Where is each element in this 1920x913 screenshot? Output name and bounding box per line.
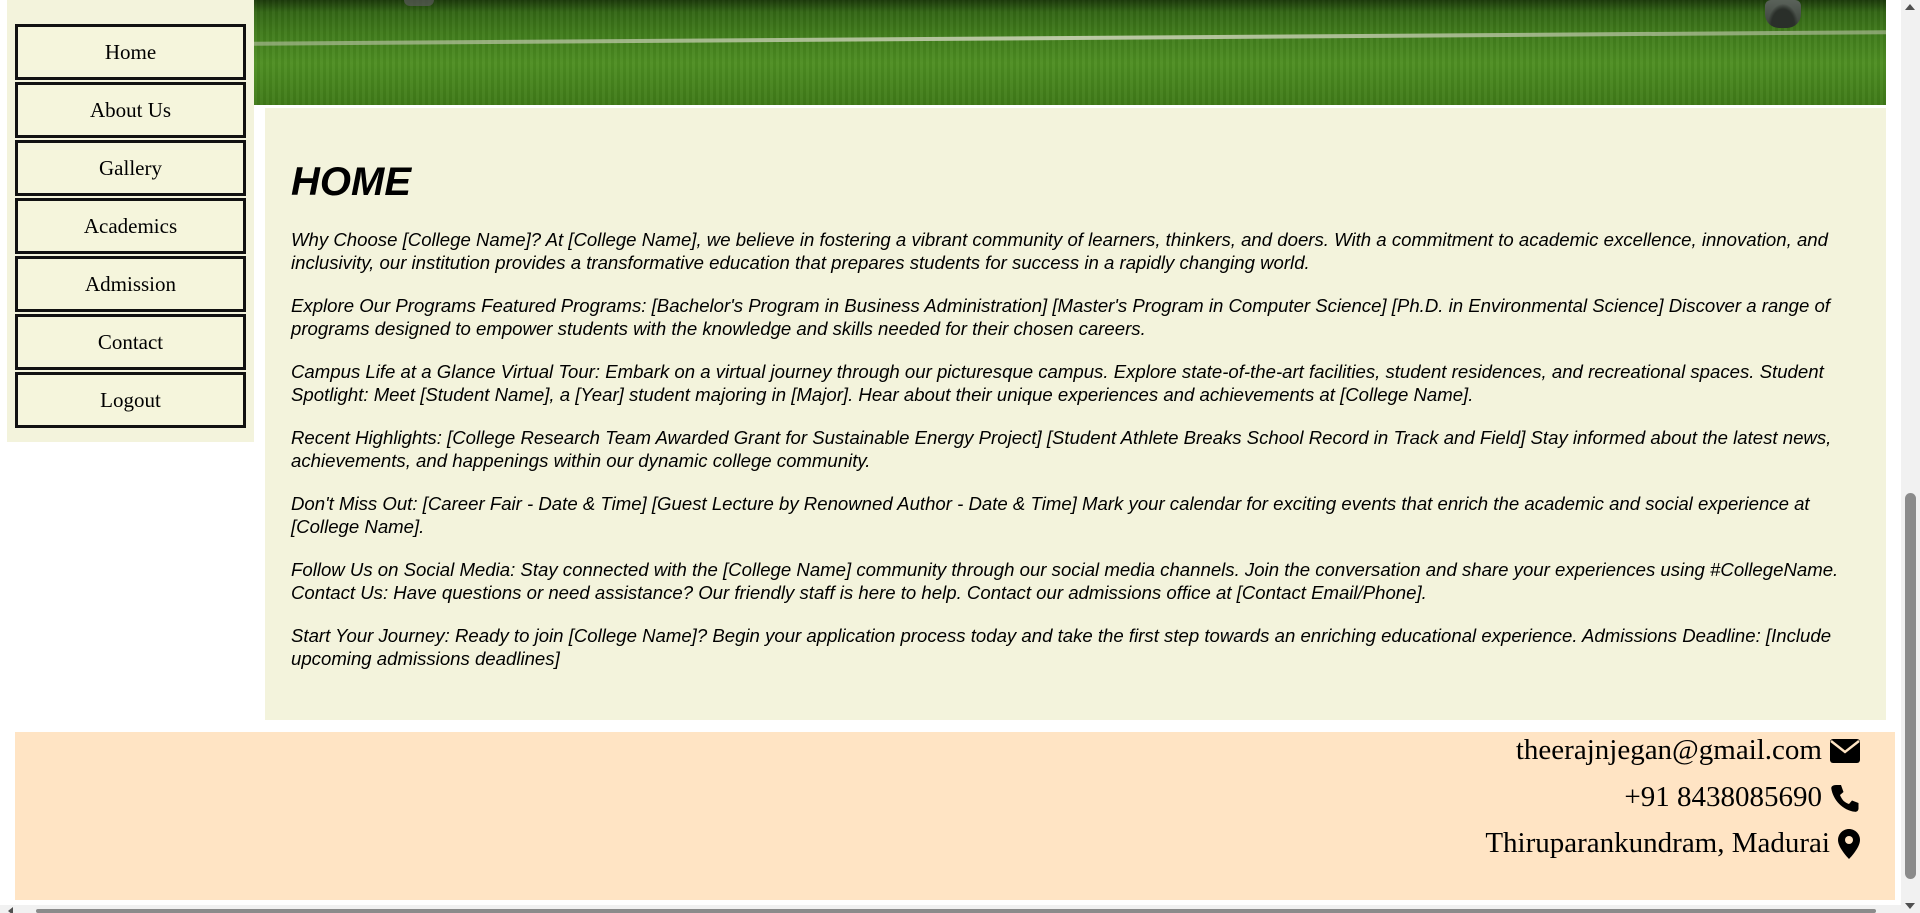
footer-contact: theerajnjegan@gmail.com +91 8438085690 T… bbox=[15, 732, 1895, 900]
nav-about-us-button[interactable]: About Us bbox=[15, 82, 246, 138]
nav-contact-button[interactable]: Contact bbox=[15, 314, 246, 370]
footer-location: Thiruparankundram, Madurai bbox=[1485, 827, 1860, 860]
envelope-icon bbox=[1830, 738, 1860, 763]
sidebar-nav: Home About Us Gallery Academics Admissio… bbox=[7, 0, 254, 442]
paragraph-campus-life: Campus Life at a Glance Virtual Tour: Em… bbox=[291, 361, 1824, 405]
scroll-left-icon[interactable] bbox=[8, 907, 13, 913]
footer-email-text: theerajnjegan@gmail.com bbox=[1515, 734, 1822, 766]
page: Home About Us Gallery Academics Admissio… bbox=[0, 0, 1920, 913]
paragraph-social-media: Follow Us on Social Media: Stay connecte… bbox=[291, 559, 1839, 603]
main-content: HOME Why Choose [College Name]? At [Coll… bbox=[265, 108, 1886, 720]
footer-phone-text: +91 8438085690 bbox=[1624, 781, 1822, 813]
paragraph-highlights: Recent Highlights: [College Research Tea… bbox=[291, 427, 1832, 471]
footer-email: theerajnjegan@gmail.com bbox=[1516, 734, 1860, 767]
nav-gallery-button[interactable]: Gallery bbox=[15, 140, 246, 196]
page-title: HOME bbox=[291, 160, 411, 204]
banner-post bbox=[1765, 0, 1801, 28]
map-marker-icon bbox=[1838, 828, 1860, 859]
paragraph-events: Don't Miss Out: [Career Fair - Date & Ti… bbox=[291, 493, 1810, 537]
nav-logout-button[interactable]: Logout bbox=[15, 372, 246, 428]
paragraph-start-journey: Start Your Journey: Ready to join [Colle… bbox=[291, 625, 1832, 669]
banner-path bbox=[254, 30, 1886, 46]
scrollbar-thumb[interactable] bbox=[1905, 493, 1916, 879]
paragraph-why-choose: Why Choose [College Name]? At [College N… bbox=[291, 229, 1828, 273]
nav-admission-button[interactable]: Admission bbox=[15, 256, 246, 312]
banner-stone bbox=[404, 0, 434, 6]
scroll-down-icon[interactable] bbox=[1905, 903, 1915, 909]
nav-home-button[interactable]: Home bbox=[15, 24, 246, 80]
banner-image bbox=[254, 0, 1886, 105]
phone-icon bbox=[1830, 783, 1860, 813]
vertical-scrollbar[interactable] bbox=[1901, 0, 1920, 913]
footer-phone: +91 8438085690 bbox=[1624, 781, 1860, 814]
scroll-up-icon[interactable] bbox=[1905, 4, 1915, 10]
nav-academics-button[interactable]: Academics bbox=[15, 198, 246, 254]
horizontal-scrollbar[interactable] bbox=[0, 905, 1901, 913]
footer-location-text: Thiruparankundram, Madurai bbox=[1485, 827, 1830, 859]
paragraph-programs: Explore Our Programs Featured Programs: … bbox=[291, 295, 1830, 339]
horizontal-scrollbar-thumb[interactable] bbox=[36, 909, 1876, 913]
